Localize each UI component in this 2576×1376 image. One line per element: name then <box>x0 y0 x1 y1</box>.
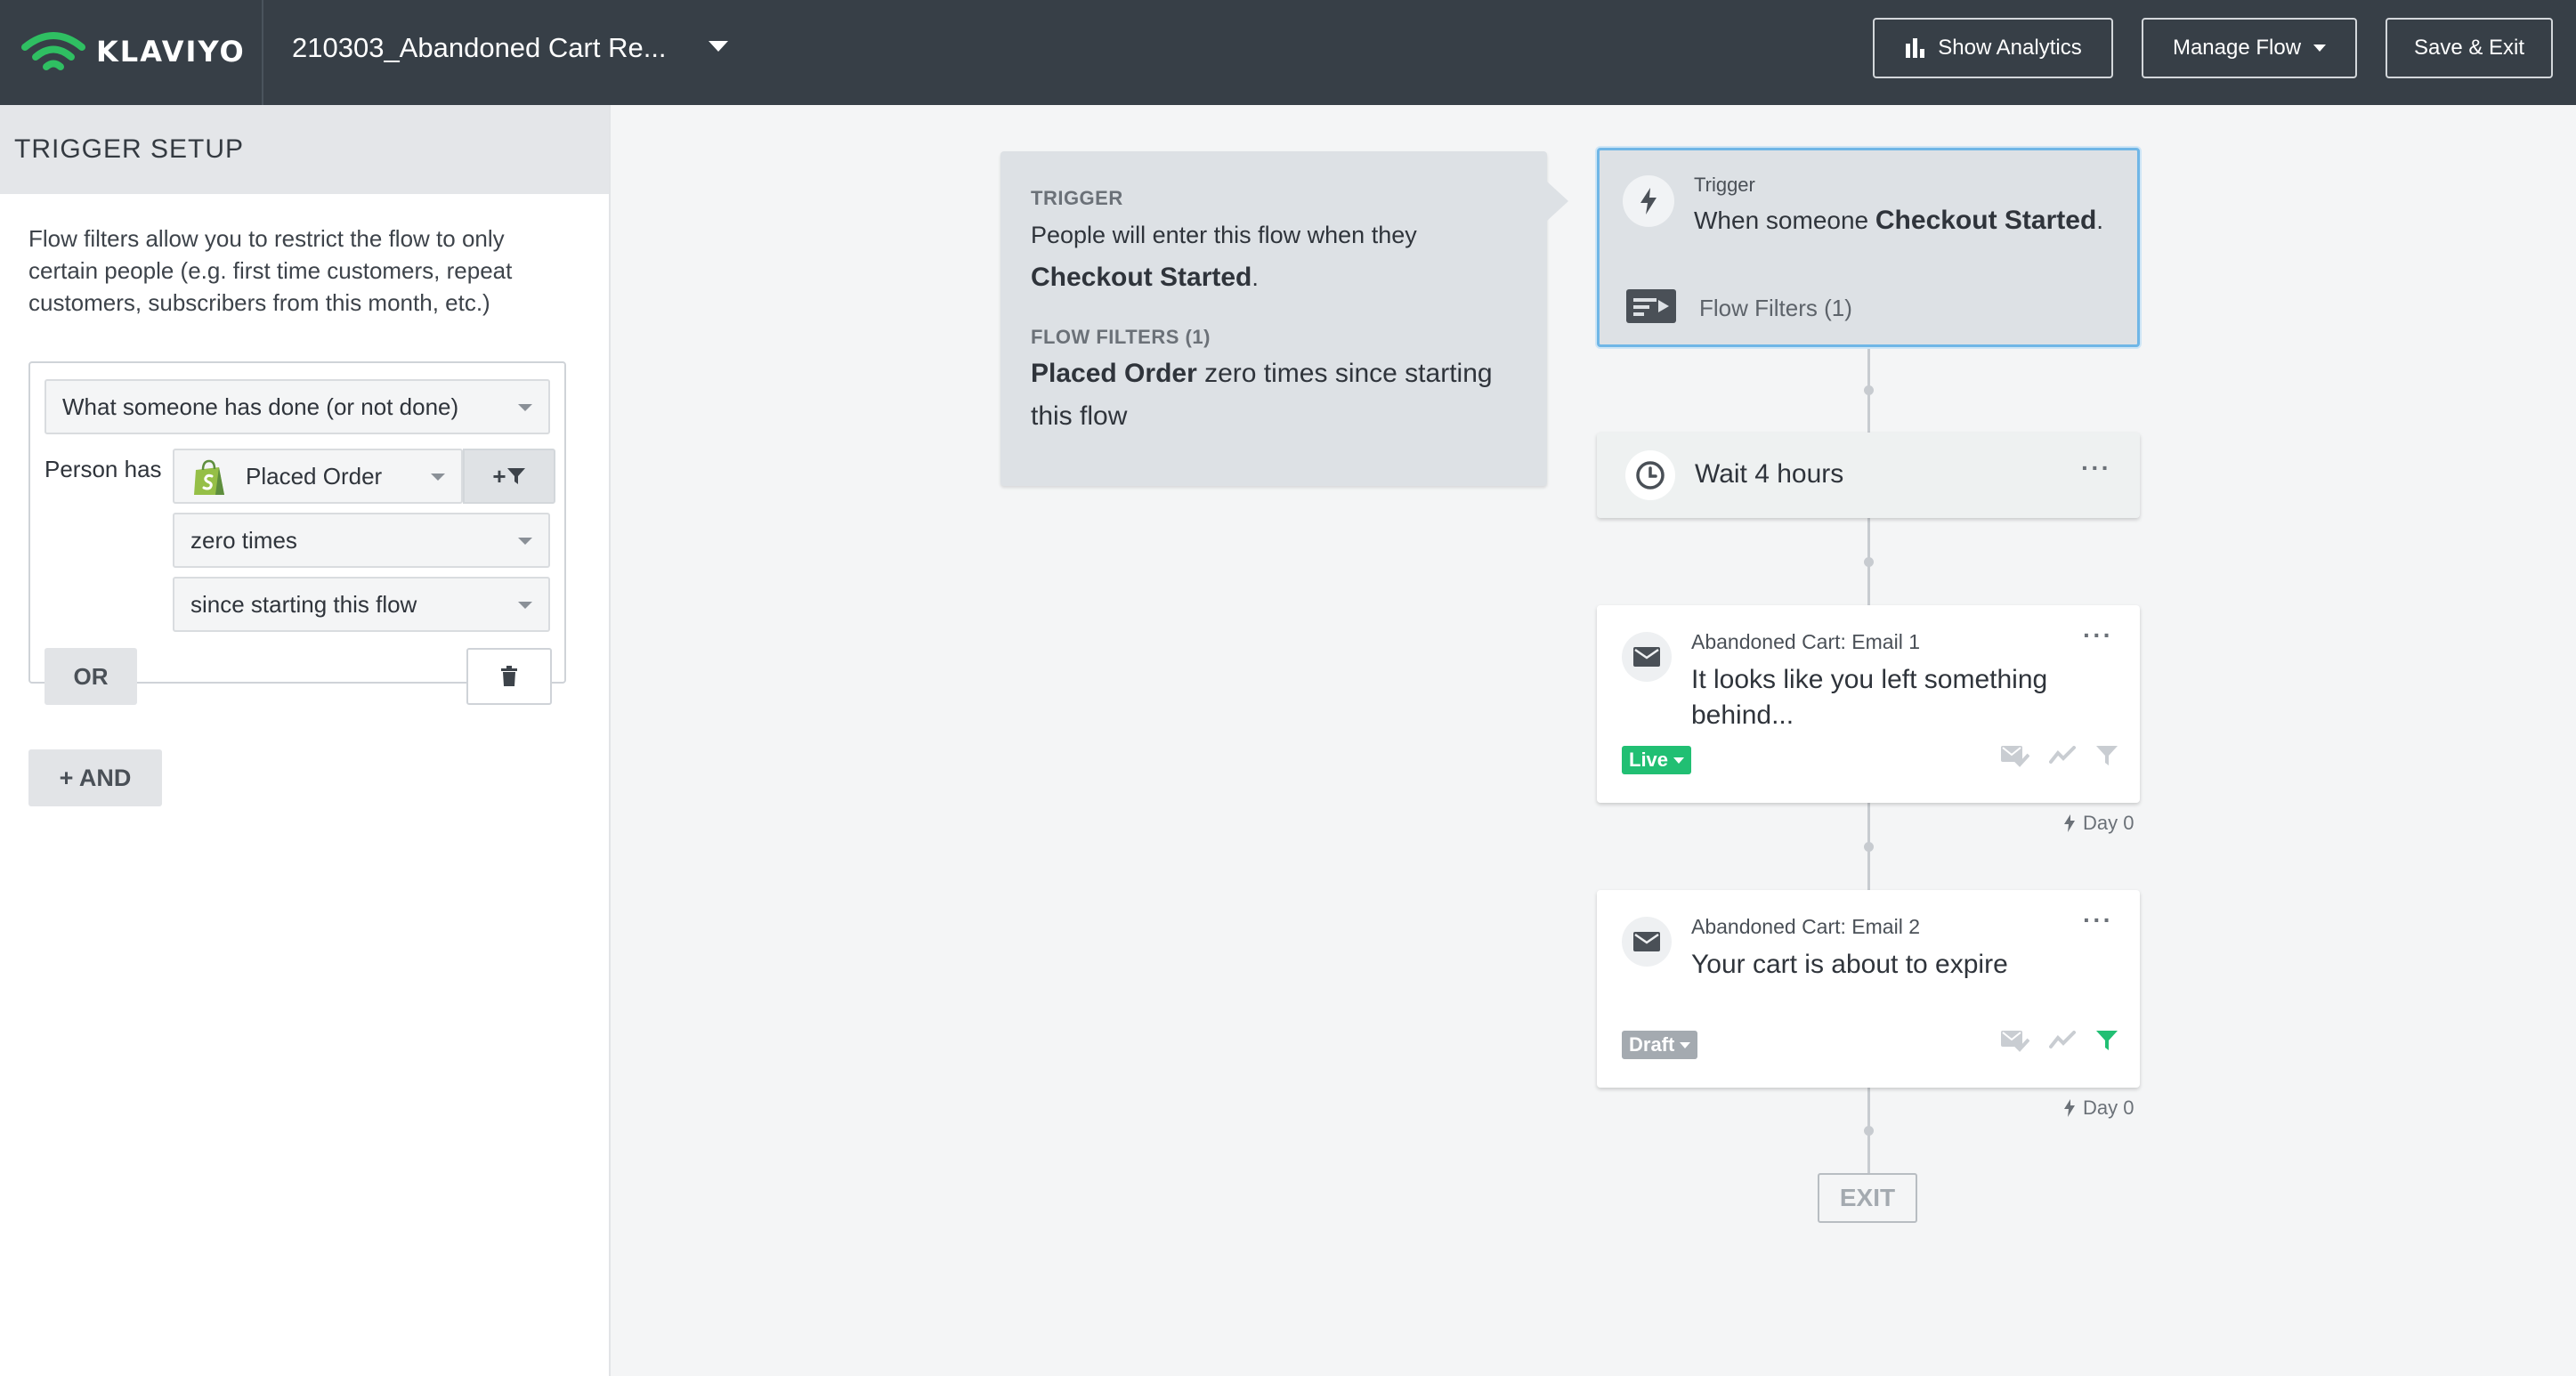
email-node-tools <box>2001 744 2118 767</box>
connector-dot <box>1864 1126 1874 1136</box>
status-badge[interactable]: Live <box>1622 746 1692 774</box>
exit-node: EXIT <box>1818 1173 1917 1223</box>
trigger-node-period: . <box>2096 206 2104 234</box>
summary-filter-text: Placed Order zero times since starting t… <box>1031 352 1517 438</box>
filter-icon[interactable] <box>2095 744 2118 767</box>
chevron-down-icon <box>1680 1041 1691 1048</box>
flow-title[interactable]: 210303_Abandoned Cart Re... <box>292 0 667 96</box>
summary-trigger-metric: Checkout Started <box>1031 263 1252 292</box>
summary-period: . <box>1252 264 1259 291</box>
more-options-icon[interactable]: ··· <box>2083 621 2113 650</box>
email-node-1[interactable]: Abandoned Cart: Email 1 ··· It looks lik… <box>1597 605 2140 803</box>
frequency-value: zero times <box>190 526 297 554</box>
wait-node-text: Wait 4 hours <box>1695 459 1844 489</box>
summary-trigger-label: TRIGGER <box>1031 187 1123 209</box>
email-2-delay: Day 0 <box>2063 1097 2134 1120</box>
envelope-icon <box>1622 632 1672 682</box>
summary-trigger-text: People will enter this flow when they Ch… <box>1031 214 1517 299</box>
email-node-tools <box>2001 1029 2118 1052</box>
klaviyo-wifi-icon <box>21 32 85 70</box>
panel-description: Flow filters allow you to restrict the f… <box>28 225 513 316</box>
email-1-delay: Day 0 <box>2063 812 2134 835</box>
summary-filter-metric: Placed Order <box>1031 359 1197 388</box>
email-node-subject: It looks like you left something behind.… <box>1691 665 2048 730</box>
smart-sending-icon[interactable] <box>2001 744 2029 767</box>
top-bar: KLAVIYO 210303_Abandoned Cart Re... Show… <box>0 0 2576 105</box>
smart-sending-icon[interactable] <box>2001 1029 2029 1052</box>
status-badge-label: Live <box>1629 749 1669 771</box>
chevron-down-icon <box>518 602 532 609</box>
add-filter-plus: + <box>492 462 506 490</box>
flow-filter-group: What someone has done (or not done) Pers… <box>28 361 566 705</box>
more-options-icon[interactable]: ··· <box>2083 906 2113 935</box>
shopify-bag-icon <box>192 459 226 503</box>
bar-chart-icon <box>1904 38 1927 58</box>
event-select[interactable]: Placed Order <box>173 449 463 504</box>
flow-filters-icon <box>1626 289 1676 328</box>
trigger-setup-panel: TRIGGER SETUP Flow filters allow you to … <box>0 105 611 1376</box>
clock-icon <box>1625 450 1675 500</box>
topbar-divider <box>262 0 263 105</box>
trigger-summary-card: TRIGGER People will enter this flow when… <box>1000 151 1547 486</box>
filter-active-icon[interactable] <box>2095 1029 2118 1052</box>
status-badge-label: Draft <box>1629 1033 1675 1056</box>
save-exit-label: Save & Exit <box>2413 36 2525 60</box>
lightning-icon <box>1623 175 1674 227</box>
brand-name: KLAVIYO <box>96 35 246 69</box>
frequency-select[interactable]: zero times <box>173 513 550 568</box>
show-analytics-button[interactable]: Show Analytics <box>1873 18 2113 78</box>
summary-trigger-sentence: People will enter this flow when they <box>1031 222 1417 248</box>
panel-header: TRIGGER SETUP <box>0 105 609 194</box>
connector-dot <box>1864 557 1874 567</box>
wait-node[interactable]: Wait 4 hours ··· <box>1597 433 2140 518</box>
chevron-down-icon <box>518 404 532 411</box>
trigger-node-metric: Checkout Started <box>1875 206 2097 235</box>
summary-pointer <box>1547 182 1568 221</box>
connector-dot <box>1864 842 1874 852</box>
timeframe-select[interactable]: since starting this flow <box>173 577 550 632</box>
timeframe-value: since starting this flow <box>190 590 417 618</box>
manage-flow-button[interactable]: Manage Flow <box>2142 18 2357 78</box>
manage-flow-label: Manage Flow <box>2172 36 2302 60</box>
funnel-icon <box>506 468 525 484</box>
delete-filter-button[interactable] <box>466 648 552 705</box>
klaviyo-logo[interactable]: KLAVIYO <box>21 25 246 78</box>
lightning-icon <box>2064 814 2075 832</box>
chevron-down-icon <box>518 538 532 545</box>
event-value: Placed Order <box>246 462 383 490</box>
utm-tracking-icon[interactable] <box>2049 1031 2076 1050</box>
chevron-down-icon <box>2313 45 2327 52</box>
email-node-label: Abandoned Cart: Email 2 <box>1691 915 1920 938</box>
email-1-day-label: Day 0 <box>2083 812 2135 834</box>
utm-tracking-icon[interactable] <box>2049 746 2076 765</box>
email-2-day-label: Day 0 <box>2083 1097 2135 1119</box>
chevron-down-icon <box>1673 757 1685 764</box>
connector-dot <box>1864 385 1874 395</box>
more-options-icon[interactable]: ··· <box>2081 454 2111 482</box>
chevron-down-icon <box>431 474 445 481</box>
email-node-label: Abandoned Cart: Email 1 <box>1691 630 1920 653</box>
trigger-node-text: When someone Checkout Started. <box>1694 206 2103 236</box>
email-node-2[interactable]: Abandoned Cart: Email 2 ··· Your cart is… <box>1597 890 2140 1088</box>
trash-icon <box>501 666 517 686</box>
trigger-node-sentence: When someone <box>1694 206 1869 234</box>
add-property-filter-button[interactable]: + <box>463 449 555 504</box>
flow-filters-link[interactable]: Flow Filters (1) <box>1699 295 1852 322</box>
person-has-label: Person has <box>45 456 162 482</box>
save-exit-button[interactable]: Save & Exit <box>2386 18 2553 78</box>
or-button[interactable]: OR <box>45 648 137 705</box>
status-badge[interactable]: Draft <box>1622 1031 1698 1059</box>
and-button[interactable]: + AND <box>28 749 162 806</box>
flow-title-dropdown-icon[interactable] <box>709 41 728 52</box>
show-analytics-label: Show Analytics <box>1938 36 2082 60</box>
trigger-node[interactable]: Trigger When someone Checkout Started. F… <box>1597 148 2140 347</box>
condition-type-value: What someone has done (or not done) <box>62 393 459 420</box>
envelope-icon <box>1622 917 1672 967</box>
email-node-subject: Your cart is about to expire <box>1691 950 2008 979</box>
lightning-icon <box>2064 1099 2075 1117</box>
summary-filters-label: FLOW FILTERS (1) <box>1031 326 1211 348</box>
condition-type-select[interactable]: What someone has done (or not done) <box>45 379 550 434</box>
trigger-node-label: Trigger <box>1694 174 1755 196</box>
